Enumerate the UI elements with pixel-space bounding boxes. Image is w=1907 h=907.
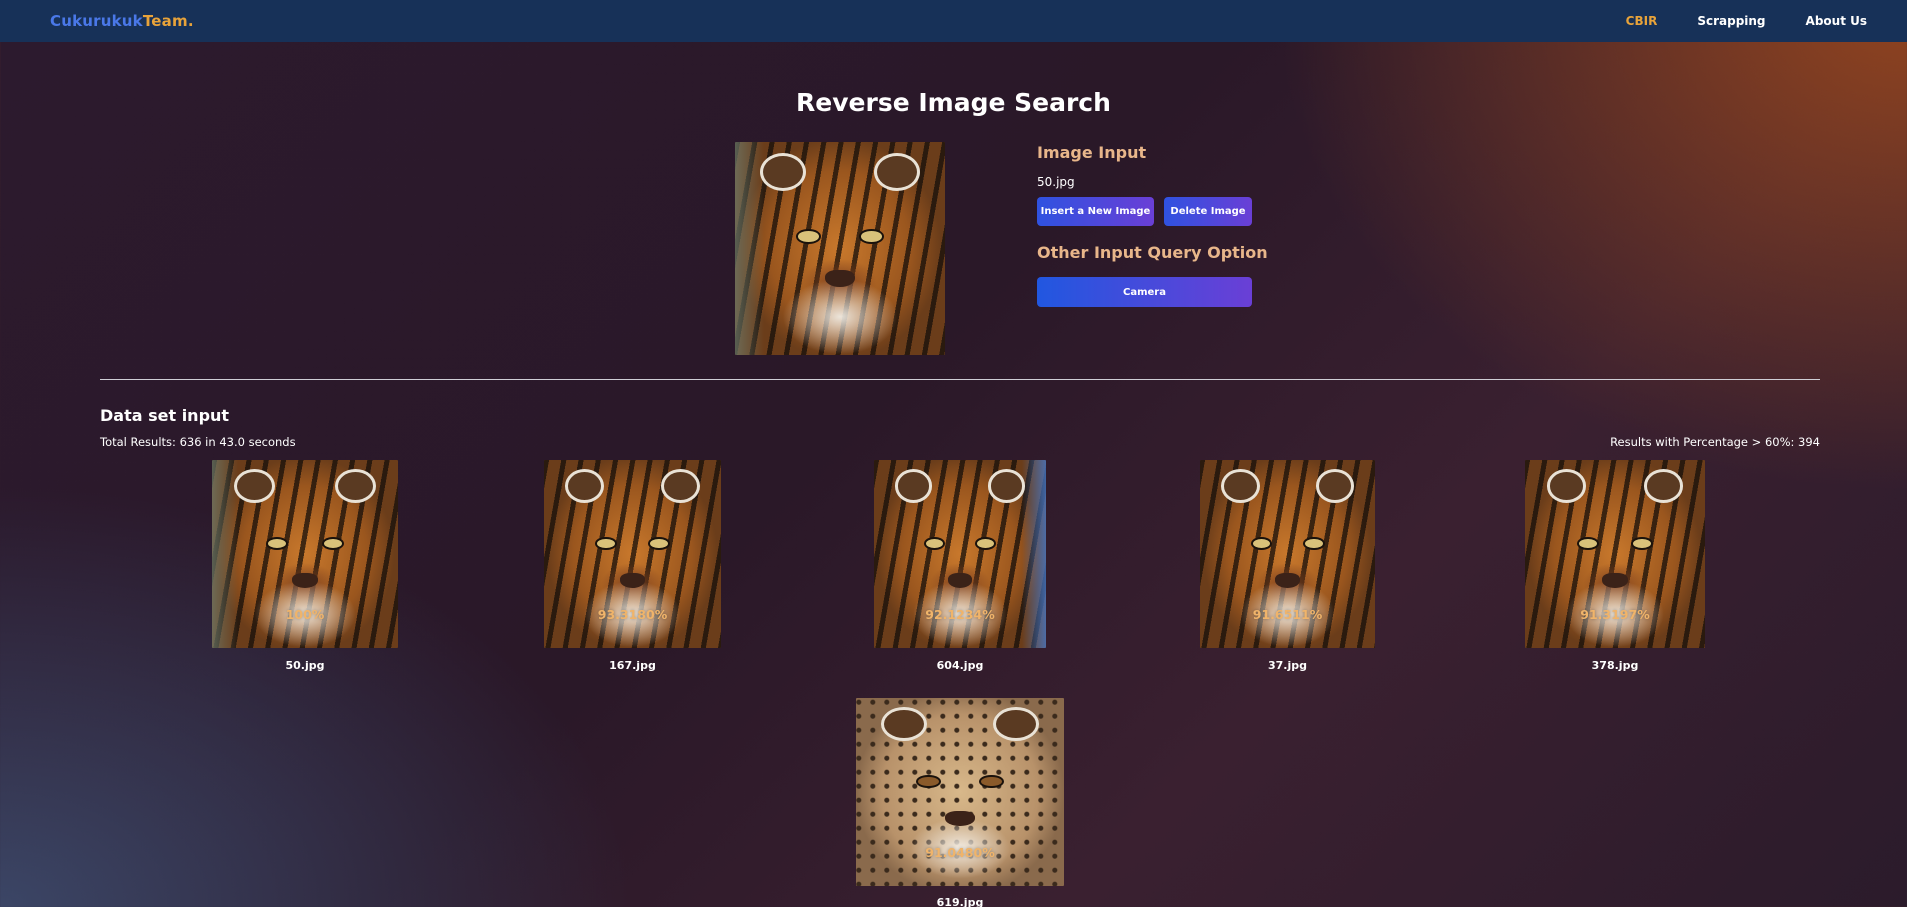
brand-logo[interactable]: CukurukukTeam. bbox=[50, 12, 194, 30]
brand-part-1: Cukurukuk bbox=[50, 12, 143, 30]
delete-image-button[interactable]: Delete Image bbox=[1164, 197, 1252, 226]
result-percentage: 93.3180% bbox=[597, 607, 668, 622]
result-percentage: 91.6511% bbox=[1252, 607, 1323, 622]
result-image[interactable]: 92.1234% bbox=[874, 460, 1046, 648]
dataset-title: Data set input bbox=[100, 406, 230, 425]
result-image[interactable]: 100% bbox=[212, 460, 398, 648]
result-image[interactable]: 91.3197% bbox=[1525, 460, 1705, 648]
result-file-name: 167.jpg bbox=[609, 659, 656, 672]
navbar: CukurukukTeam. CBIR Scrapping About Us bbox=[0, 0, 1907, 42]
result-file-name: 378.jpg bbox=[1591, 659, 1639, 672]
nav-links: CBIR Scrapping About Us bbox=[1626, 14, 1867, 28]
result-file-name: 37.jpg bbox=[1267, 659, 1307, 672]
percentage-results: Results with Percentage > 60%: 394 bbox=[1610, 435, 1820, 449]
result-percentage: 100% bbox=[285, 607, 325, 622]
camera-button[interactable]: Camera bbox=[1037, 277, 1252, 307]
result-percentage: 92.1234% bbox=[925, 607, 995, 622]
result-file-name: 50.jpg bbox=[285, 659, 325, 672]
image-input-heading: Image Input bbox=[1037, 143, 1147, 162]
total-results: Total Results: 636 in 43.0 seconds bbox=[100, 435, 296, 449]
result-image[interactable]: 93.3180% bbox=[544, 460, 721, 648]
nav-link-about-us[interactable]: About Us bbox=[1806, 14, 1867, 28]
result-file-name: 619.jpg bbox=[936, 896, 984, 907]
result-image[interactable]: 91.0480% bbox=[856, 698, 1064, 886]
divider bbox=[100, 379, 1820, 380]
query-file-name: 50.jpg bbox=[1037, 175, 1075, 189]
result-percentage: 91.3197% bbox=[1580, 607, 1650, 622]
page-title: Reverse Image Search bbox=[796, 88, 1111, 117]
insert-new-image-button[interactable]: Insert a New Image bbox=[1037, 197, 1154, 226]
result-image[interactable]: 91.6511% bbox=[1200, 460, 1375, 648]
result-percentage: 91.0480% bbox=[925, 845, 995, 860]
other-input-heading: Other Input Query Option bbox=[1037, 243, 1268, 262]
result-file-name: 604.jpg bbox=[936, 659, 984, 672]
nav-link-cbir[interactable]: CBIR bbox=[1626, 14, 1658, 28]
nav-link-scrapping[interactable]: Scrapping bbox=[1697, 14, 1765, 28]
query-image bbox=[735, 142, 945, 355]
brand-part-2: Team. bbox=[142, 12, 194, 30]
